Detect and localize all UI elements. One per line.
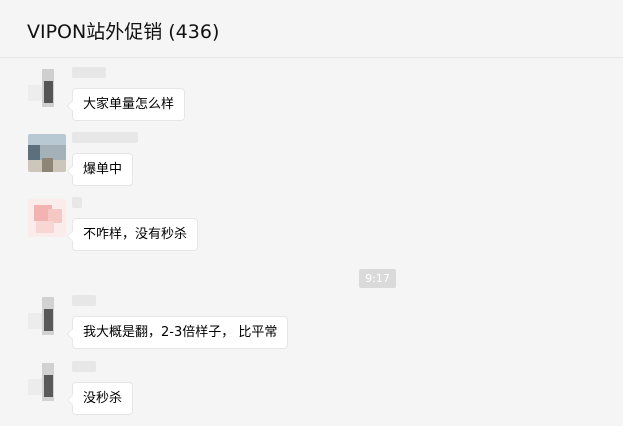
message-bubble: 不咋样，没有秒杀 [66,218,199,251]
avatar[interactable] [28,199,66,237]
message-bubble: 大家单量怎么样 [66,88,186,121]
sender-name-blurred [72,361,96,372]
message-bubble: 没秒杀 [66,382,134,415]
avatar[interactable] [28,134,66,172]
sender-name-blurred [72,197,82,208]
avatar[interactable] [28,363,66,401]
sender-name-blurred [72,132,138,143]
sender-name-blurred [72,295,96,306]
message-bubble: 我大概是翻，2-3倍样子， 比平常 [66,316,289,349]
timestamp: 9:17 [359,269,396,288]
message-bubble: 爆单中 [66,153,134,186]
chat-header: VIPON站外促销 (436) [0,0,623,58]
avatar[interactable] [28,69,66,107]
avatar[interactable] [28,297,66,335]
chat-title: VIPON站外促销 (436) [27,21,220,43]
sender-name-blurred [72,67,106,78]
